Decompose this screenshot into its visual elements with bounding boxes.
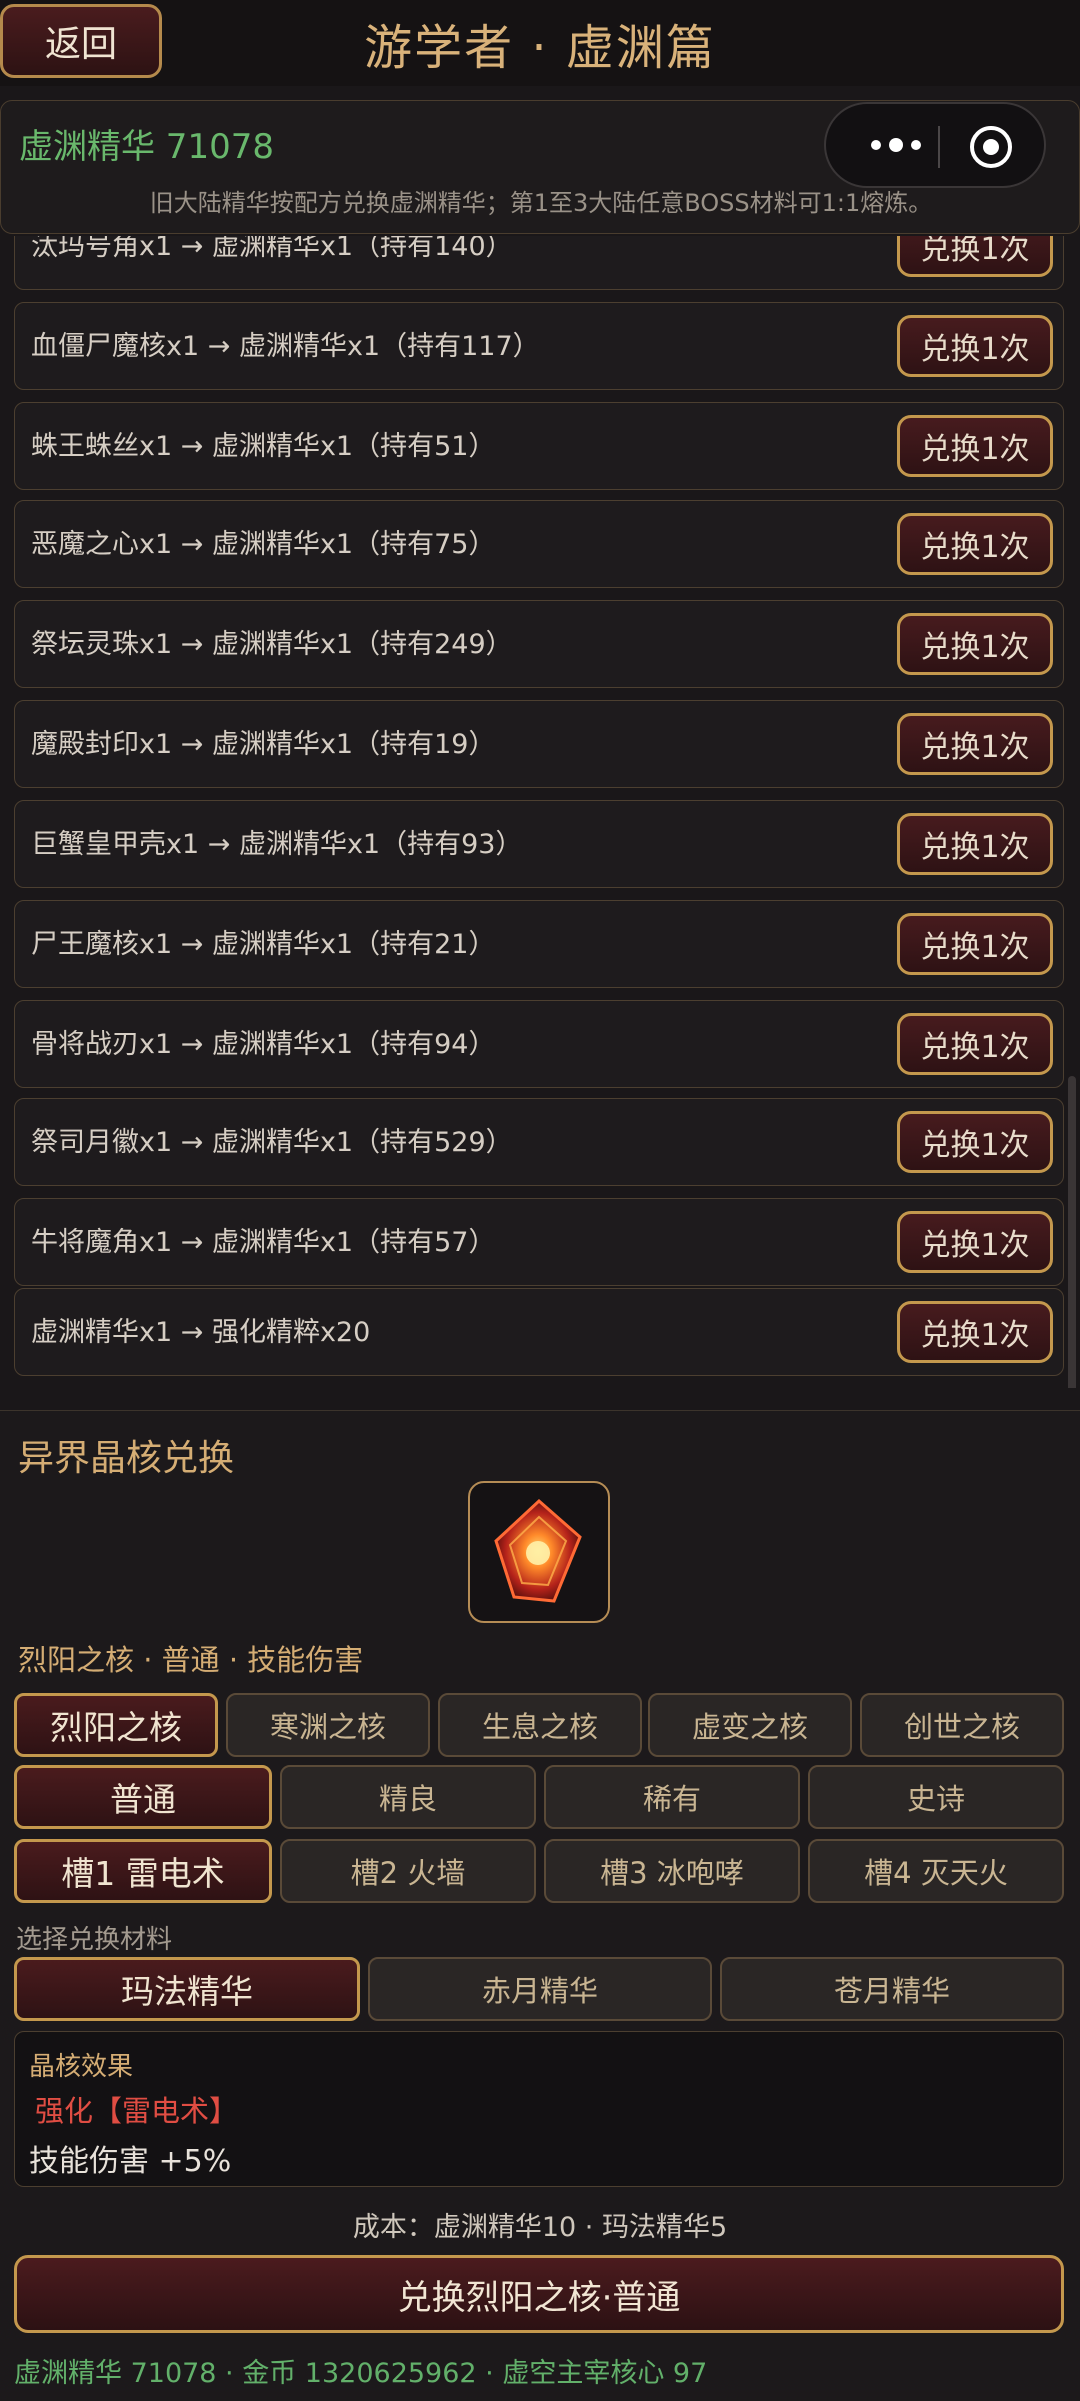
capsule-divider (938, 126, 940, 168)
effect-card: 晶核效果 强化【雷电术】 技能伤害 +5% (14, 2031, 1064, 2187)
exchange-note: 旧大陆精华按配方兑换虚渊精华；第1至3大陆任意BOSS材料可1:1熔炼。 (149, 189, 933, 217)
recipe-text: 汰玛号角x1 → 虚渊精华x1（持有140） (31, 236, 513, 262)
recipe-text: 恶魔之心x1 → 虚渊精华x1（持有75） (31, 529, 496, 560)
slot-option[interactable]: 槽4 灭天火 (808, 1839, 1064, 1903)
exchange-once-button[interactable]: 兑换1次 (897, 1013, 1053, 1075)
recipe-text: 牛将魔角x1 → 虚渊精华x1（持有57） (31, 1227, 496, 1258)
crystal-exchange-section: 异界晶核兑换 烈阳之核 · 普通 · 技能伤害 烈阳之核 寒渊之核 生息之核 虚… (0, 1410, 1080, 2401)
exchange-once-button[interactable]: 兑换1次 (897, 415, 1053, 477)
rarity-option[interactable]: 精良 (280, 1765, 536, 1829)
recipe-text: 祭司月徽x1 → 虚渊精华x1（持有529） (31, 1127, 513, 1158)
exchange-once-button[interactable]: 兑换1次 (897, 315, 1053, 377)
rarity-option[interactable]: 史诗 (808, 1765, 1064, 1829)
miniprogram-capsule (824, 102, 1046, 188)
recipe-row: 祭坛灵珠x1 → 虚渊精华x1（持有249） 兑换1次 (14, 600, 1064, 688)
material-option[interactable]: 苍月精华 (720, 1957, 1064, 2021)
recipe-row: 骨将战刃x1 → 虚渊精华x1（持有94） 兑换1次 (14, 1000, 1064, 1088)
page-title: 游学者 · 虚渊篇 (364, 20, 716, 76)
close-target-icon[interactable] (970, 126, 1012, 168)
recipe-text: 虚渊精华x1 → 强化精粹x20 (31, 1317, 371, 1348)
exchange-crystal-button[interactable]: 兑换烈阳之核·普通 (14, 2255, 1064, 2333)
exchange-once-button[interactable]: 兑换1次 (897, 913, 1053, 975)
core-option[interactable]: 寒渊之核 (226, 1693, 430, 1757)
resource-status: 虚渊精华 71078 · 金币 1320625962 · 虚空主宰核心 97 (14, 2358, 708, 2389)
recipe-list[interactable]: 汰玛号角x1 → 虚渊精华x1（持有140） 兑换1次 血僵尸魔核x1 → 虚渊… (0, 236, 1080, 1388)
exchange-once-button[interactable]: 兑换1次 (897, 1111, 1053, 1173)
core-option[interactable]: 烈阳之核 (14, 1693, 218, 1757)
exchange-once-button[interactable]: 兑换1次 (897, 236, 1053, 277)
recipe-row: 牛将魔角x1 → 虚渊精华x1（持有57） 兑换1次 (14, 1198, 1064, 1286)
recipe-row: 血僵尸魔核x1 → 虚渊精华x1（持有117） 兑换1次 (14, 302, 1064, 390)
material-option[interactable]: 玛法精华 (14, 1957, 360, 2021)
recipe-text: 骨将战刃x1 → 虚渊精华x1（持有94） (31, 1029, 496, 1060)
exchange-once-button[interactable]: 兑换1次 (897, 613, 1053, 675)
material-label: 选择兑换材料 (16, 1925, 173, 1955)
effect-enhance: 强化【雷电术】 (35, 2094, 239, 2128)
recipe-text: 祭坛灵珠x1 → 虚渊精华x1（持有249） (31, 629, 513, 660)
recipe-text: 血僵尸魔核x1 → 虚渊精华x1（持有117） (31, 331, 540, 362)
section-title: 异界晶核兑换 (18, 1438, 235, 1479)
effect-title: 晶核效果 (29, 2052, 134, 2082)
recipe-row: 魔殿封印x1 → 虚渊精华x1（持有19） 兑换1次 (14, 700, 1064, 788)
top-bar: 返回 游学者 · 虚渊篇 (0, 0, 1080, 86)
recipe-row: 汰玛号角x1 → 虚渊精华x1（持有140） 兑换1次 (14, 236, 1064, 290)
more-icon[interactable] (856, 122, 936, 168)
recipe-text: 巨蟹皇甲壳x1 → 虚渊精华x1（持有93） (31, 829, 523, 860)
recipe-row: 恶魔之心x1 → 虚渊精华x1（持有75） 兑换1次 (14, 500, 1064, 588)
recipe-row: 尸王魔核x1 → 虚渊精华x1（持有21） 兑换1次 (14, 900, 1064, 988)
exchange-once-button[interactable]: 兑换1次 (897, 713, 1053, 775)
slot-option[interactable]: 槽1 雷电术 (14, 1839, 272, 1903)
recipe-row: 虚渊精华x1 → 强化精粹x20 兑换1次 (14, 1288, 1064, 1376)
core-option[interactable]: 生息之核 (438, 1693, 642, 1757)
crystal-description: 烈阳之核 · 普通 · 技能伤害 (18, 1643, 364, 1677)
recipe-row: 祭司月徽x1 → 虚渊精华x1（持有529） 兑换1次 (14, 1098, 1064, 1186)
material-option[interactable]: 赤月精华 (368, 1957, 712, 2021)
crystal-preview (468, 1481, 610, 1623)
exchange-once-button[interactable]: 兑换1次 (897, 813, 1053, 875)
recipe-text: 尸王魔核x1 → 虚渊精华x1（持有21） (31, 929, 496, 960)
recipe-row: 巨蟹皇甲壳x1 → 虚渊精华x1（持有93） 兑换1次 (14, 800, 1064, 888)
rarity-option[interactable]: 稀有 (544, 1765, 800, 1829)
exchange-once-button[interactable]: 兑换1次 (897, 1211, 1053, 1273)
recipe-text: 魔殿封印x1 → 虚渊精华x1（持有19） (31, 729, 496, 760)
slot-option[interactable]: 槽3 冰咆哮 (544, 1839, 800, 1903)
rarity-option[interactable]: 普通 (14, 1765, 272, 1829)
cost-line: 成本：虚渊精华10 · 玛法精华5 (352, 2212, 728, 2243)
essence-count: 虚渊精华 71078 (19, 127, 274, 167)
slot-option[interactable]: 槽2 火墙 (280, 1839, 536, 1903)
core-option[interactable]: 虚变之核 (648, 1693, 852, 1757)
effect-value: 技能伤害 +5% (29, 2144, 232, 2179)
scrollbar[interactable] (1068, 1076, 1076, 1388)
recipe-text: 蛛王蛛丝x1 → 虚渊精华x1（持有51） (31, 431, 496, 462)
exchange-once-button[interactable]: 兑换1次 (897, 1301, 1053, 1363)
crystal-core-icon (494, 1498, 582, 1603)
exchange-once-button[interactable]: 兑换1次 (897, 513, 1053, 575)
core-option[interactable]: 创世之核 (860, 1693, 1064, 1757)
recipe-row: 蛛王蛛丝x1 → 虚渊精华x1（持有51） 兑换1次 (14, 402, 1064, 490)
